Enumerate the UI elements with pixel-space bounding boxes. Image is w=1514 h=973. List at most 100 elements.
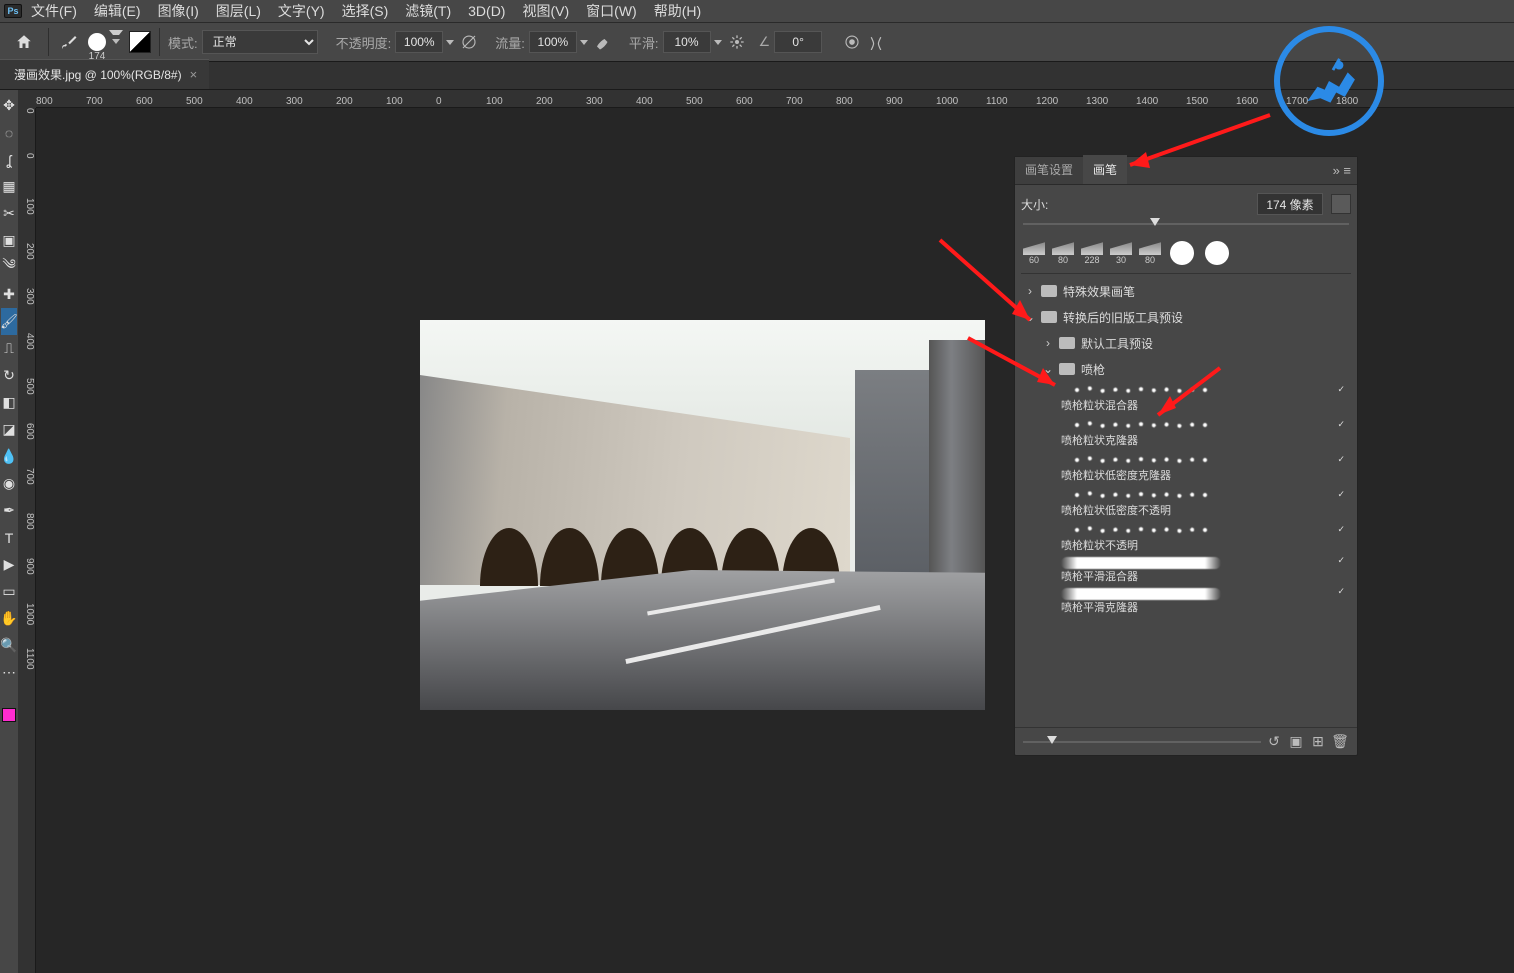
size-label: 大小:: [1021, 196, 1249, 213]
panel-menu-icon[interactable]: » ≡: [1333, 163, 1351, 178]
brush-tool[interactable]: 🖌: [1, 308, 17, 335]
brush-toggle-icon[interactable]: [129, 31, 151, 53]
eyedropper-tool[interactable]: ༄: [1, 254, 17, 281]
menu-file[interactable]: 文件(F): [23, 0, 85, 24]
menu-help[interactable]: 帮助(H): [646, 0, 709, 24]
trash-icon[interactable]: 🗑: [1331, 733, 1349, 750]
gradient-tool[interactable]: ◪: [1, 416, 17, 443]
flip-brush-icon[interactable]: [1331, 194, 1351, 214]
brushes-panel: 画笔设置 画笔 » ≡ 大小: 60 80 228 30 80: [1014, 156, 1358, 756]
new-brush-icon[interactable]: ⊞: [1309, 733, 1327, 750]
panel-footer: ↺ ▣ ⊞ 🗑: [1015, 727, 1357, 755]
document-canvas[interactable]: [420, 320, 985, 710]
flow-dropdown-icon[interactable]: [577, 33, 591, 51]
brush-preset-item[interactable]: ✓ 喷枪粒状低密度克隆器: [1021, 452, 1351, 483]
folder-default-presets[interactable]: › 默认工具预设: [1021, 330, 1351, 356]
folder-airbrush[interactable]: ⌄ 喷枪: [1021, 356, 1351, 382]
menu-image[interactable]: 图像(I): [150, 0, 207, 24]
angle-icon: ∠: [759, 34, 771, 50]
tab-brushes[interactable]: 画笔: [1083, 155, 1127, 184]
ruler-origin[interactable]: [18, 90, 36, 108]
menu-3d[interactable]: 3D(D): [460, 0, 513, 22]
marquee-tool[interactable]: ◌: [1, 119, 17, 146]
app-logo: Ps: [4, 4, 22, 18]
smoothing-options-icon[interactable]: [725, 30, 749, 54]
brush-tip-round2[interactable]: [1201, 235, 1233, 265]
preview-size-slider[interactable]: [1023, 741, 1261, 743]
close-tab-icon[interactable]: ×: [190, 67, 198, 82]
pressure-size-icon[interactable]: [840, 30, 864, 54]
brush-preset-item[interactable]: ✓ 喷枪粒状克隆器: [1021, 417, 1351, 448]
document-tab[interactable]: 漫画效果.jpg @ 100%(RGB/8#) ×: [0, 59, 209, 89]
brush-tip-80[interactable]: 80: [1050, 235, 1076, 265]
menu-filter[interactable]: 滤镜(T): [397, 0, 459, 24]
shape-tool[interactable]: ▭: [1, 578, 17, 605]
brush-tip-228[interactable]: 228: [1079, 235, 1105, 265]
folder-open-icon: [1059, 363, 1075, 375]
live-tip-preview-icon[interactable]: ↺: [1265, 733, 1283, 750]
brush-tool-icon[interactable]: [57, 30, 81, 54]
brush-preset-picker[interactable]: 174: [81, 28, 113, 56]
opacity-dropdown-icon[interactable]: [443, 33, 457, 51]
brush-tip-round1[interactable]: [1166, 235, 1198, 265]
vertical-ruler[interactable]: 0010020030040050060070080090010001100: [18, 108, 36, 973]
brush-preset-item[interactable]: ✓ 喷枪平滑混合器: [1021, 557, 1351, 584]
menu-edit[interactable]: 编辑(E): [86, 0, 149, 24]
pressure-opacity-icon[interactable]: [457, 30, 481, 54]
chevron-right-icon: ›: [1025, 284, 1035, 298]
foreground-color-swatch[interactable]: [2, 708, 16, 722]
menu-select[interactable]: 选择(S): [334, 0, 397, 24]
menu-layer[interactable]: 图层(L): [208, 0, 269, 24]
chevron-right-icon: ›: [1043, 336, 1053, 350]
folder-special-effects[interactable]: › 特殊效果画笔: [1021, 278, 1351, 304]
pen-tool[interactable]: ✒: [1, 497, 17, 524]
hand-tool[interactable]: ✋: [1, 605, 17, 632]
new-group-icon[interactable]: ▣: [1287, 733, 1305, 750]
brush-preset-item[interactable]: ✓ 喷枪平滑克隆器: [1021, 588, 1351, 615]
chevron-down-icon: ⌄: [1043, 362, 1053, 376]
zoom-tool[interactable]: 🔍: [1, 632, 17, 659]
blend-mode-select[interactable]: 正常: [202, 30, 318, 54]
angle-input[interactable]: [774, 31, 822, 53]
brush-preset-item[interactable]: ✓ 喷枪粒状不透明: [1021, 522, 1351, 553]
move-tool[interactable]: ✥: [1, 92, 17, 119]
mode-label: 模式:: [168, 33, 198, 52]
opacity-input[interactable]: [395, 31, 443, 53]
crop-tool[interactable]: ✂: [1, 200, 17, 227]
type-tool[interactable]: T: [1, 524, 17, 551]
menu-type[interactable]: 文字(Y): [270, 0, 333, 24]
symmetry-icon[interactable]: [864, 30, 888, 54]
brush-size-field[interactable]: [1257, 193, 1323, 215]
brush-preset-item[interactable]: ✓ 喷枪粒状混合器: [1021, 382, 1351, 413]
home-button[interactable]: [8, 26, 40, 58]
folder-legacy-presets[interactable]: ⌄ 转换后的旧版工具预设: [1021, 304, 1351, 330]
eraser-tool[interactable]: ◧: [1, 389, 17, 416]
brush-tip-60[interactable]: 60: [1021, 235, 1047, 265]
brush-tip-80b[interactable]: 80: [1137, 235, 1163, 265]
menu-window[interactable]: 窗口(W): [578, 0, 645, 24]
tab-brush-settings[interactable]: 画笔设置: [1015, 155, 1083, 184]
panel-tabs: 画笔设置 画笔 » ≡: [1015, 157, 1357, 185]
history-brush-tool[interactable]: ↻: [1, 362, 17, 389]
lasso-tool[interactable]: ʆ: [1, 146, 17, 173]
brush-preset-item[interactable]: ✓ 喷枪粒状低密度不透明: [1021, 487, 1351, 518]
dodge-tool[interactable]: ◉: [1, 470, 17, 497]
quick-select-tool[interactable]: ▦: [1, 173, 17, 200]
menu-bar: Ps 文件(F) 编辑(E) 图像(I) 图层(L) 文字(Y) 选择(S) 滤…: [0, 0, 1514, 22]
brush-tip-30[interactable]: 30: [1108, 235, 1134, 265]
smoothing-input[interactable]: [663, 31, 711, 53]
flow-label: 流量:: [495, 33, 525, 52]
brush-tip-presets: 60 80 228 30 80: [1021, 233, 1351, 267]
airbrush-mode-icon[interactable]: [591, 30, 615, 54]
folder-icon: [1041, 311, 1057, 323]
smoothing-label: 平滑:: [629, 33, 659, 52]
stamp-tool[interactable]: ⎍: [1, 335, 17, 362]
path-select-tool[interactable]: ▶: [1, 551, 17, 578]
menu-view[interactable]: 视图(V): [514, 0, 577, 24]
blur-tool[interactable]: 💧: [1, 443, 17, 470]
size-slider[interactable]: [1023, 223, 1349, 225]
healing-tool[interactable]: ✚: [1, 281, 17, 308]
flow-input[interactable]: [529, 31, 577, 53]
smoothing-dropdown-icon[interactable]: [711, 33, 725, 51]
edit-toolbar-icon[interactable]: ⋯: [1, 659, 17, 686]
